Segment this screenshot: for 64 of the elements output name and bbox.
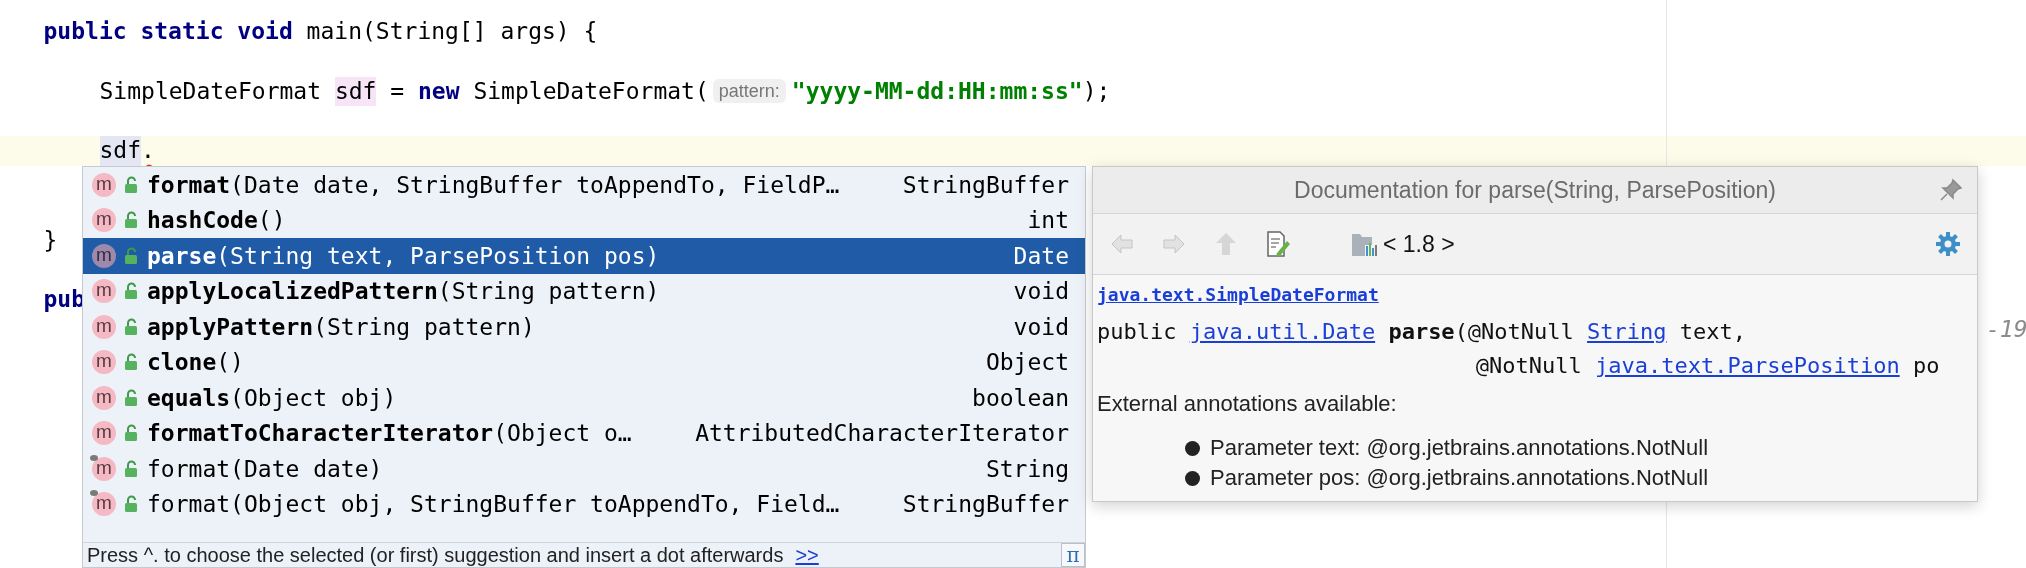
method-signature: public java.util.Date parse(@NotNull String text, xyxy=(1097,318,1748,346)
parameter-hint: pattern: xyxy=(712,79,786,104)
code-text: } xyxy=(43,225,58,255)
pi-button[interactable]: π xyxy=(1061,543,1085,567)
code-keyword: new xyxy=(418,76,460,106)
variable-highlight: sdf xyxy=(334,76,377,107)
type-link[interactable]: String xyxy=(1587,319,1667,344)
lock-icon xyxy=(124,211,138,230)
lock-icon xyxy=(124,353,138,372)
completion-item[interactable]: m format(Object obj, StringBuffer toAppendTo, Field… StringBuffer xyxy=(83,486,1085,522)
completion-item[interactable]: m equals(Object obj) boolean xyxy=(83,380,1085,416)
code-text: SimpleDateFormat( xyxy=(472,76,709,106)
settings-icon[interactable] xyxy=(1935,231,1961,257)
method-icon: m xyxy=(92,314,116,339)
lock-icon xyxy=(124,246,138,265)
completion-item[interactable]: m applyPattern(String pattern) void xyxy=(83,309,1085,345)
method-icon: m xyxy=(92,350,116,375)
annotation-text: Parameter pos: @org.jetbrains.annotations.NotNull xyxy=(1210,465,1709,491)
code-text: = xyxy=(389,76,406,106)
class-link[interactable]: java.text.SimpleDateFormat xyxy=(1097,284,1379,305)
type-link[interactable]: java.util.Date xyxy=(1189,319,1376,344)
completion-item[interactable]: m formatToCharacterIterator(Object o… AttributedCharacterIterator xyxy=(83,415,1085,451)
lock-icon xyxy=(124,282,138,301)
code-error: . xyxy=(141,136,155,166)
method-icon: m xyxy=(92,208,116,233)
method-signature: @NotNull java.text.ParsePosition po xyxy=(1474,352,1941,380)
method-icon: m xyxy=(92,421,116,446)
type-link[interactable]: java.text.ParsePosition xyxy=(1595,353,1900,378)
bullet-icon xyxy=(1185,470,1200,486)
lock-icon xyxy=(124,495,138,514)
lock-icon xyxy=(124,175,138,194)
version-switcher[interactable]: < 1.8 > xyxy=(1383,230,1455,258)
completion-item[interactable]: m format(Date date) String xyxy=(83,451,1085,487)
annotation-text: Parameter text: @org.jetbrains.annotations.NotNull xyxy=(1210,435,1709,461)
bullet-icon xyxy=(1185,440,1200,456)
more-link[interactable]: >> xyxy=(795,543,819,567)
method-icon: m xyxy=(92,492,116,517)
code-fragment: -19 xyxy=(1986,314,2026,344)
completion-item[interactable]: m format(Date date, StringBuffer toAppendTo, FieldP… StringBuffer xyxy=(83,167,1085,203)
completion-item[interactable]: m applyLocalizedPattern(String pattern) void xyxy=(83,273,1085,309)
lock-icon xyxy=(124,459,138,478)
string-literal: "yyyy-MM-dd:HH:mm:ss" xyxy=(791,76,1083,106)
edit-document-icon[interactable] xyxy=(1265,231,1291,257)
variable-highlight: sdf xyxy=(99,136,142,166)
code-text: main(String[] args) { xyxy=(306,17,598,46)
method-icon: m xyxy=(92,456,116,481)
lock-icon xyxy=(124,317,138,336)
pin-icon[interactable] xyxy=(1939,178,1963,202)
library-icon[interactable] xyxy=(1351,231,1377,257)
method-icon: m xyxy=(92,385,116,410)
lock-icon xyxy=(124,388,138,407)
completion-item[interactable]: m hashCode() int xyxy=(83,202,1085,238)
method-icon: m xyxy=(92,279,116,304)
code-text: SimpleDateFormat xyxy=(99,76,323,106)
hint-text: Press ^. to choose the selected (or first) suggestion and insert a dot afterwards xyxy=(87,543,784,567)
annotations-heading: External annotations available: xyxy=(1097,391,1398,417)
completion-item[interactable]: m parse(String text, ParsePosition pos) Date xyxy=(83,238,1085,274)
lock-icon xyxy=(124,424,138,443)
method-icon: m xyxy=(92,172,116,197)
method-icon: m xyxy=(92,243,116,268)
popup-title: Documentation for parse(String, ParsePosition) xyxy=(1294,176,1776,204)
code-text: ); xyxy=(1082,76,1111,106)
code-keyword: public static void xyxy=(43,17,294,46)
completion-item[interactable]: m clone() Object xyxy=(83,344,1085,380)
